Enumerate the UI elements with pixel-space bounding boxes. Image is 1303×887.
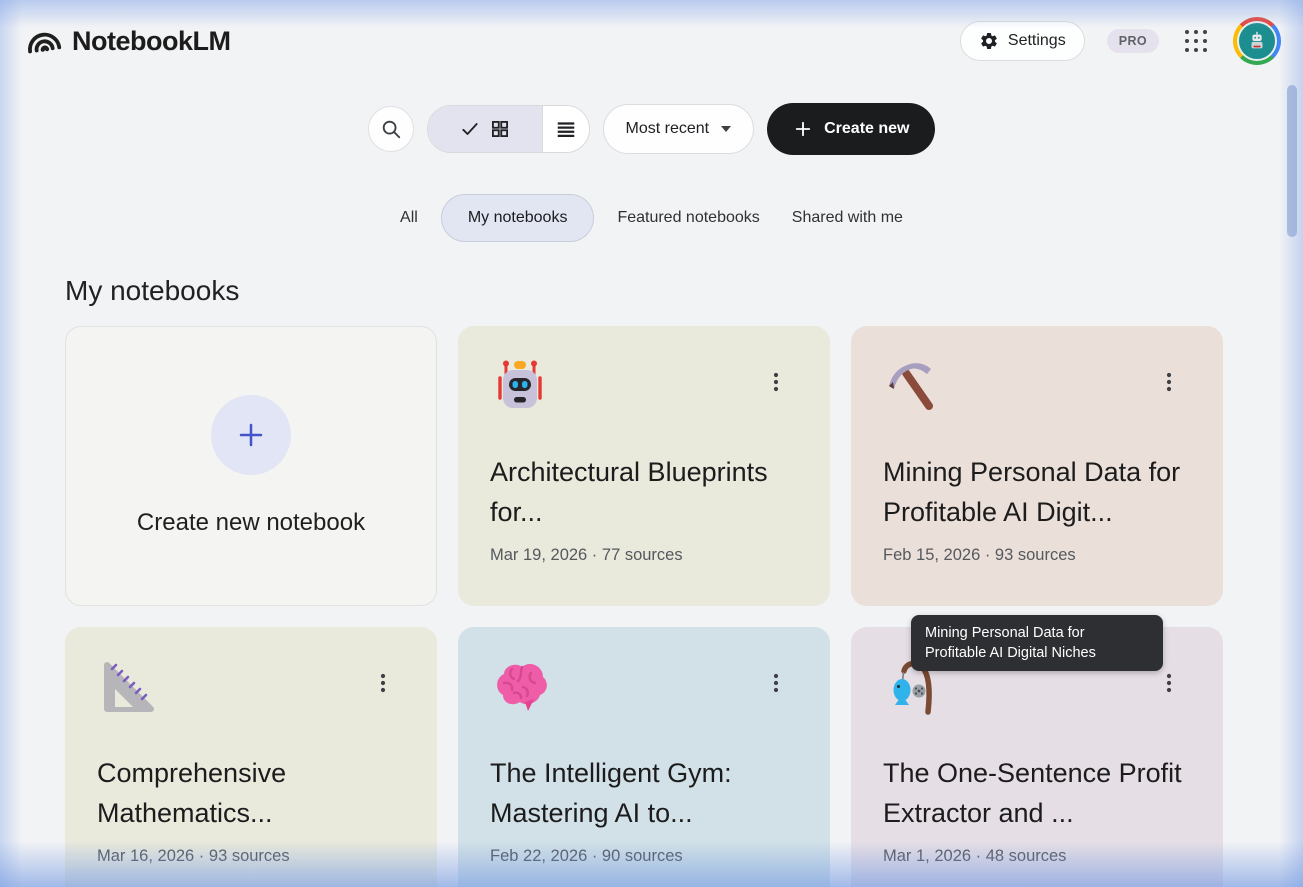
settings-button[interactable]: Settings [960, 21, 1085, 61]
gear-icon [979, 31, 999, 51]
notebook-meta: Feb 22, 2026 · 90 sources [490, 847, 798, 866]
app-title: NotebookLM [72, 26, 230, 57]
create-new-label: Create new [824, 120, 909, 138]
more-options-button[interactable] [1157, 669, 1181, 700]
create-notebook-card[interactable]: Create new notebook [65, 326, 437, 606]
scrollbar-thumb[interactable] [1287, 85, 1297, 237]
plus-circle [211, 395, 291, 475]
search-icon [380, 118, 402, 140]
notebook-card[interactable]: Comprehensive Mathematics... Mar 16, 202… [65, 627, 437, 887]
list-view-icon [555, 118, 577, 140]
tab-all[interactable]: All [391, 194, 427, 242]
notebook-card[interactable]: Mining Personal Data for Profitable AI D… [851, 326, 1223, 606]
robot-icon [490, 356, 550, 416]
create-notebook-label: Create new notebook [137, 509, 365, 537]
plus-icon [793, 119, 813, 139]
triangle-ruler-icon [97, 657, 157, 717]
avatar[interactable] [1233, 17, 1281, 65]
pickaxe-icon [883, 356, 943, 416]
search-button[interactable] [368, 106, 414, 152]
notebook-title: The One-Sentence Profit Extractor and ..… [883, 753, 1191, 833]
notebook-meta: Mar 1, 2026 · 48 sources [883, 847, 1191, 866]
more-options-button[interactable] [764, 669, 788, 700]
vertical-dots-icon [766, 370, 786, 394]
notebook-card[interactable]: Architectural Blueprints for... Mar 19, … [458, 326, 830, 606]
notebook-title: The Intelligent Gym: Mastering AI to... [490, 753, 798, 833]
pro-badge: PRO [1107, 29, 1159, 53]
notebook-title: Comprehensive Mathematics... [97, 753, 405, 833]
notebook-title: Mining Personal Data for Profitable AI D… [883, 452, 1191, 532]
vertical-dots-icon [1159, 370, 1179, 394]
create-new-button[interactable]: Create new [767, 103, 935, 155]
app-logo[interactable]: NotebookLM [24, 22, 230, 60]
more-options-button[interactable] [1157, 368, 1181, 399]
sort-label: Most recent [626, 120, 710, 138]
apps-grid-icon [1185, 30, 1207, 52]
sort-dropdown[interactable]: Most recent [603, 104, 755, 154]
notebook-meta: Feb 15, 2026 · 93 sources [883, 546, 1191, 565]
more-options-button[interactable] [371, 669, 395, 700]
settings-label: Settings [1008, 32, 1066, 50]
vertical-dots-icon [766, 671, 786, 695]
more-options-button[interactable] [764, 368, 788, 399]
app-header: NotebookLM Settings PRO [0, 0, 1303, 82]
avatar-robot-image [1237, 21, 1277, 61]
notebook-grid: Create new notebook A [65, 326, 1238, 887]
checkmark-icon [460, 119, 480, 139]
apps-grid-button[interactable] [1181, 26, 1211, 56]
grid-view-button[interactable] [428, 106, 542, 152]
tab-my-notebooks[interactable]: My notebooks [441, 194, 595, 242]
chevron-down-icon [721, 126, 731, 132]
brain-icon [490, 657, 550, 717]
notebook-meta: Mar 16, 2026 · 93 sources [97, 847, 405, 866]
tab-featured-notebooks[interactable]: Featured notebooks [608, 194, 768, 242]
view-toggle [427, 105, 590, 153]
grid-view-icon [490, 119, 510, 139]
vertical-dots-icon [373, 671, 393, 695]
vertical-dots-icon [1159, 671, 1179, 695]
notebooklm-logo-icon [22, 20, 65, 63]
list-view-button[interactable] [542, 106, 589, 152]
notebook-meta: Mar 19, 2026 · 77 sources [490, 546, 798, 565]
card-title-tooltip: Mining Personal Data for Profitable AI D… [911, 615, 1163, 671]
plus-icon [236, 420, 266, 450]
section-title: My notebooks [65, 275, 1303, 307]
notebook-title: Architectural Blueprints for... [490, 452, 798, 532]
tab-shared-with-me[interactable]: Shared with me [783, 194, 912, 242]
notebook-card[interactable]: The Intelligent Gym: Mastering AI to... … [458, 627, 830, 887]
toolbar: Most recent Create new [0, 103, 1303, 155]
filter-tabs: All My notebooks Featured notebooks Shar… [0, 194, 1303, 242]
